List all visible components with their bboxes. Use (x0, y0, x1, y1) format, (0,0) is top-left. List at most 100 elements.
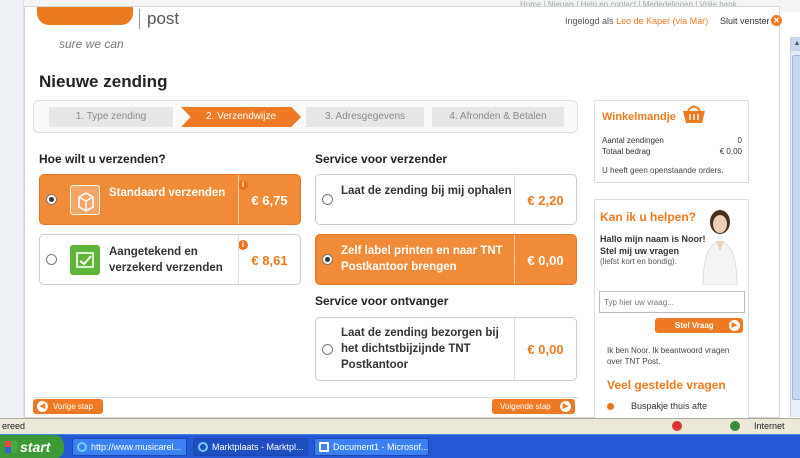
radio-label-printen[interactable] (322, 254, 333, 265)
help-title: Kan ik u helpen? (600, 210, 697, 224)
package-icon (70, 185, 100, 215)
bezorgen-line2: het dichtstbijzijnde TNT (341, 343, 471, 355)
cart-row-count: Aantal zendingen 0 (602, 136, 742, 145)
shopping-cart-panel: Winkelmandje Aantal zendingen 0 Totaal b… (594, 100, 749, 183)
footer-divider (33, 397, 578, 398)
tnt-logo (37, 7, 133, 25)
assistant-reply-line2: over TNT Post. (607, 357, 661, 366)
close-icon[interactable]: ✕ (771, 15, 782, 26)
step-afronden-betalen[interactable]: 4. Afronden & Betalen (432, 107, 564, 127)
windows-taskbar: start http://www.musicarel... Marktplaat… (0, 434, 800, 458)
chevron-right-icon: ▶ (729, 320, 740, 331)
chevron-left-icon: ◀ (37, 401, 48, 412)
security-zone: Internet (754, 421, 785, 431)
chevron-right-icon: ▶ (560, 401, 571, 412)
registered-package-icon (70, 245, 100, 275)
option-label-printen[interactable]: Zelf label printen en naar TNT Postkanto… (315, 234, 577, 285)
login-info: Ingelogd als Leo de Kaper (via Mar) (565, 16, 708, 26)
cart-row-total: Totaal bedrag € 0,00 (602, 147, 742, 156)
standaard-label: Standaard verzenden (109, 187, 226, 199)
page-title: Nieuwe zending (39, 72, 168, 91)
help-intro-sub: (liefst kort en bondig). (600, 257, 677, 266)
radio-bezorgen[interactable] (322, 344, 333, 355)
globe-icon (730, 421, 740, 431)
aangetekend-label-line1: Aangetekend en (109, 246, 198, 258)
login-prefix: Ingelogd als (565, 16, 614, 26)
taskbar-item-marktplaats[interactable]: Marktplaats - Marktpl... (193, 438, 308, 456)
option-aangetekend-verzenden[interactable]: Aangetekend en verzekerd verzenden i € 8… (39, 234, 301, 285)
cart-total-value: € 0,00 (719, 147, 742, 156)
cart-note: U heeft geen openstaande orders. (602, 166, 724, 175)
bullet-icon (607, 403, 614, 410)
label-printen-line2: Postkantoor brengen (341, 261, 457, 273)
cart-total-label: Totaal bedrag (602, 147, 651, 156)
close-window-link[interactable]: Sluit venster (720, 16, 770, 26)
bezorgen-line3: Postkantoor (341, 359, 409, 371)
help-intro-line2: Stel mij uw vragen (600, 246, 680, 256)
ie-icon (198, 442, 208, 452)
word-icon (319, 442, 329, 452)
aangetekend-label: Aangetekend en verzekerd verzenden (109, 244, 223, 276)
next-step-button[interactable]: Volgende stap ▶ (492, 399, 575, 414)
windows-logo-icon (5, 441, 17, 453)
security-icon (672, 421, 682, 431)
step-type-zending[interactable]: 1. Type zending (49, 107, 173, 127)
help-panel: Kan ik u helpen? Hallo mijn naam is Noor… (594, 199, 749, 419)
start-label: start (20, 439, 51, 455)
question-input[interactable] (599, 291, 745, 313)
radio-ophalen[interactable] (322, 194, 333, 205)
modal-scrollbar[interactable]: ▲ (790, 37, 800, 417)
sender-service-title: Service voor verzender (315, 152, 448, 166)
aangetekend-price: € 8,61 (238, 235, 300, 284)
login-user-link[interactable]: Leo de Kaper (via Mar) (616, 16, 708, 26)
basket-icon (681, 104, 707, 127)
cart-count-label: Aantal zendingen (602, 136, 664, 145)
label-printen-line1: Zelf label printen en naar TNT (341, 245, 503, 257)
radio-standaard[interactable] (46, 194, 57, 205)
label-printen-price: € 0,00 (514, 235, 576, 284)
ask-question-label: Stel Vraag (675, 321, 714, 330)
ophalen-price: € 2,20 (514, 175, 576, 224)
assistant-reply-line1: Ik ben Noor. Ik beantwoord vragen (607, 346, 730, 355)
step-verzendwijze[interactable]: 2. Verzendwijze (181, 107, 301, 127)
taskbar-item-musicarel[interactable]: http://www.musicarel... (72, 438, 187, 456)
previous-step-button[interactable]: ◀ Vorige stap (33, 399, 103, 414)
ie-icon (77, 442, 87, 452)
faq-item[interactable]: Buspakje thuis afte (631, 401, 707, 411)
option-standaard-verzenden[interactable]: Standaard verzenden i € 6,75 (39, 174, 301, 225)
bezorgen-price: € 0,00 (514, 318, 576, 380)
assistant-reply: Ik ben Noor. Ik beantwoord vragen over T… (607, 345, 729, 367)
ask-question-button[interactable]: Stel Vraag ▶ (655, 318, 743, 333)
radio-aangetekend[interactable] (46, 254, 57, 265)
cart-count-value: 0 (737, 136, 742, 145)
next-step-label: Volgende stap (500, 402, 551, 411)
label-printen-label: Zelf label printen en naar TNT Postkanto… (341, 243, 503, 275)
step-adresgegevens[interactable]: 3. Adresgegevens (306, 107, 424, 127)
help-intro: Hallo mijn naam is Noor! Stel mij uw vra… (600, 233, 706, 257)
receiver-service-title: Service voor ontvanger (315, 294, 449, 308)
taskbar-item-document1[interactable]: Document1 - Microsof... (314, 438, 429, 456)
taskbar-item-label: Marktplaats - Marktpl... (212, 442, 304, 452)
scroll-thumb[interactable] (792, 55, 800, 400)
logo-separator (139, 9, 140, 29)
help-intro-line1: Hallo mijn naam is Noor! (600, 234, 706, 244)
scroll-up-icon[interactable]: ▲ (791, 37, 800, 51)
ophalen-label: Laat de zending bij mij ophalen (341, 185, 512, 197)
taskbar-item-label: Document1 - Microsof... (333, 442, 429, 452)
previous-step-label: Vorige stap (53, 402, 94, 411)
shipment-modal: post sure we can Ingelogd als Leo de Kap… (24, 6, 800, 419)
progress-steps: 1. Type zending 2. Verzendwijze 3. Adres… (33, 100, 578, 133)
option-bezorgen-postkantoor[interactable]: Laat de zending bezorgen bij het dichtst… (315, 317, 577, 381)
start-button[interactable]: start (0, 435, 64, 458)
option-zending-ophalen[interactable]: Laat de zending bij mij ophalen € 2,20 (315, 174, 577, 225)
cart-title: Winkelmandje (602, 111, 676, 123)
brand-name: post (147, 9, 180, 28)
browser-status-bar: ereed Internet (0, 418, 800, 434)
shipping-method-title: Hoe wilt u verzenden? (39, 152, 166, 166)
aangetekend-label-line2: verzekerd verzenden (109, 262, 223, 274)
standaard-price: € 6,75 (238, 175, 300, 224)
status-text: ereed (2, 421, 26, 431)
bezorgen-label: Laat de zending bezorgen bij het dichtst… (341, 325, 499, 373)
taskbar-item-label: http://www.musicarel... (91, 442, 182, 452)
brand-tagline: sure we can (59, 37, 124, 51)
